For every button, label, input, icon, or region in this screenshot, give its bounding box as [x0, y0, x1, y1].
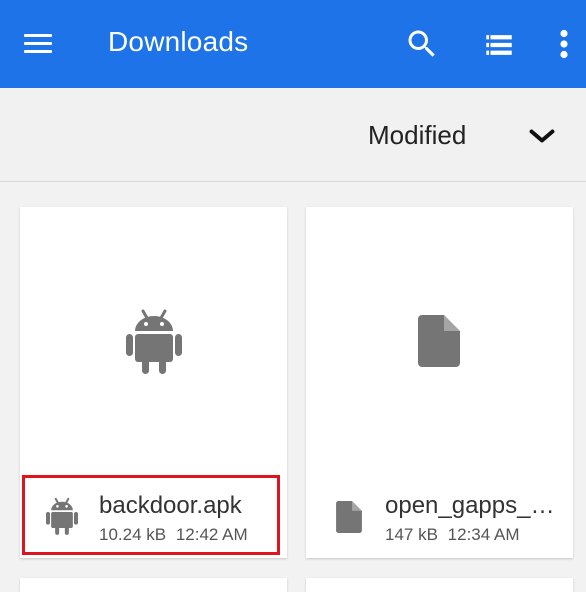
app-bar: Downloads	[0, 0, 586, 88]
search-button[interactable]	[404, 26, 440, 62]
hamburger-line	[24, 50, 52, 53]
file-meta: 10.24 kB 12:42 AM	[99, 525, 248, 545]
sort-label[interactable]: Modified	[368, 120, 466, 151]
file-icon	[418, 315, 460, 367]
list-view-icon	[486, 35, 512, 55]
sort-bar	[0, 88, 586, 182]
menu-button[interactable]	[22, 32, 54, 56]
chevron-down-icon	[529, 129, 555, 143]
hamburger-menu-icon	[24, 34, 52, 37]
file-icon	[336, 501, 362, 533]
file-time: 12:34 AM	[447, 525, 520, 544]
file-meta: 147 kB 12:34 AM	[385, 525, 520, 545]
android-icon	[126, 309, 182, 374]
file-card[interactable]	[306, 578, 573, 592]
more-vert-icon	[560, 29, 568, 59]
file-card[interactable]	[20, 578, 287, 592]
file-size: 147 kB	[385, 525, 438, 544]
file-size: 10.24 kB	[99, 525, 167, 544]
sort-dropdown-button[interactable]	[522, 118, 562, 154]
android-icon	[46, 497, 78, 535]
view-toggle-button[interactable]	[482, 28, 516, 62]
file-card[interactable]: backdoor.apk 10.24 kB 12:42 AM	[20, 207, 287, 558]
search-icon	[408, 30, 435, 57]
more-options-button[interactable]	[552, 26, 576, 62]
page-title: Downloads	[108, 26, 249, 57]
file-name: backdoor.apk	[99, 492, 242, 519]
hamburger-line	[24, 42, 52, 45]
file-time: 12:42 AM	[175, 525, 248, 544]
file-card[interactable]: open_gapps_… 147 kB 12:34 AM	[306, 207, 573, 558]
file-name: open_gapps_…	[385, 492, 555, 519]
